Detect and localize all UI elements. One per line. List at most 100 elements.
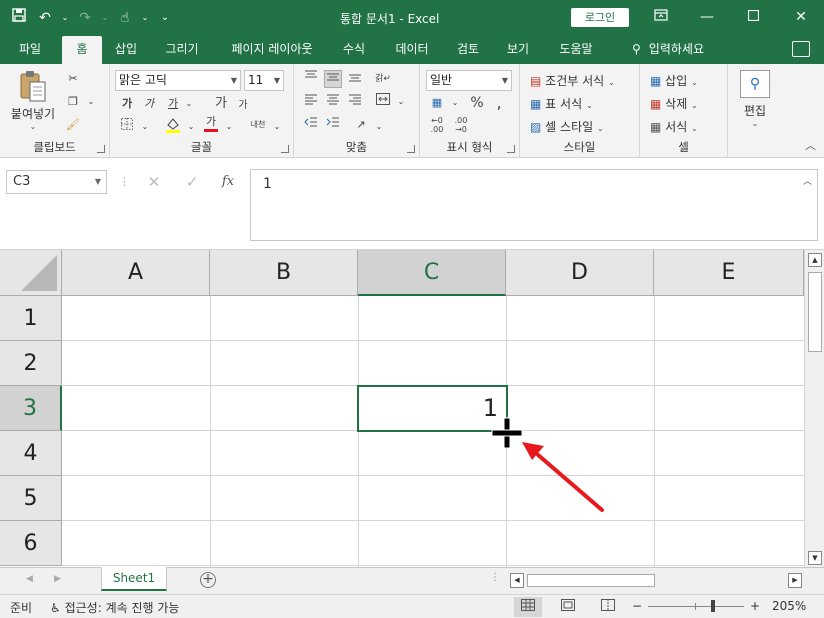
collapse-ribbon-icon[interactable]: ︿: [805, 137, 816, 153]
insert-cells-button[interactable]: ▦ 삽입 ⌄: [650, 72, 698, 89]
clipboard-launcher-icon[interactable]: [97, 145, 105, 153]
font-size-combo[interactable]: 11 ▼: [244, 70, 284, 91]
tab-help[interactable]: 도움말: [548, 36, 604, 64]
tab-review[interactable]: 검토: [448, 36, 488, 64]
insert-function-icon[interactable]: fx: [216, 171, 240, 193]
decrease-decimal-icon[interactable]: .00 →0: [452, 116, 470, 134]
number-launcher-icon[interactable]: [507, 145, 515, 153]
add-sheet-button[interactable]: +: [200, 572, 216, 588]
touch-mode-icon[interactable]: ☝: [114, 7, 136, 29]
align-top-icon[interactable]: [302, 70, 320, 88]
alignment-launcher-icon[interactable]: [407, 145, 415, 153]
zoom-slider[interactable]: [648, 606, 744, 607]
zoom-slider-thumb[interactable]: [711, 600, 715, 612]
row-header-3[interactable]: 3: [0, 386, 62, 431]
copy-dropdown-icon[interactable]: ⌄: [82, 93, 100, 111]
active-cell-c3[interactable]: 1: [357, 385, 508, 432]
formula-bar-grip[interactable]: ⋮: [119, 174, 130, 190]
decrease-indent-icon[interactable]: [302, 116, 320, 134]
accounting-format-icon[interactable]: ▦: [428, 94, 446, 112]
row-header-4[interactable]: 4: [0, 431, 62, 476]
phonetic-dropdown-icon[interactable]: ⌄: [268, 118, 286, 136]
shrink-font-button[interactable]: 가: [234, 97, 252, 115]
expand-formula-bar-icon[interactable]: ︿: [803, 174, 812, 187]
vertical-scroll-thumb[interactable]: [808, 272, 822, 352]
scroll-right-icon[interactable]: ▶: [788, 573, 802, 588]
column-header-d[interactable]: D: [506, 250, 654, 296]
select-all-corner[interactable]: [0, 250, 62, 296]
accessibility-status[interactable]: ♿ 접근성: 계속 진행 가능: [50, 599, 179, 616]
zoom-level[interactable]: 205%: [772, 599, 806, 613]
normal-view-icon[interactable]: [514, 597, 542, 617]
align-center-icon[interactable]: [324, 93, 342, 111]
undo-dropdown-icon[interactable]: ⌄: [60, 7, 70, 29]
font-color-icon[interactable]: 가: [202, 115, 220, 133]
row-header-6[interactable]: 6: [0, 521, 62, 566]
paste-button[interactable]: 붙여넣기 ⌄: [8, 70, 58, 131]
increase-decimal-icon[interactable]: ←0.00: [428, 116, 446, 134]
number-format-combo[interactable]: 일반 ▼: [426, 70, 512, 91]
page-layout-view-icon[interactable]: [554, 597, 582, 617]
bold-button[interactable]: 가: [118, 95, 136, 113]
row-header-1[interactable]: 1: [0, 296, 62, 341]
page-break-view-icon[interactable]: [594, 597, 622, 617]
ribbon-display-options-icon[interactable]: [646, 4, 676, 30]
phonetic-guide-button[interactable]: 내천: [246, 116, 270, 134]
row-header-2[interactable]: 2: [0, 341, 62, 386]
tab-page-layout[interactable]: 페이지 레이아웃: [220, 36, 324, 64]
merge-dropdown-icon[interactable]: ⌄: [392, 93, 410, 111]
zoom-out-button[interactable]: −: [632, 599, 642, 613]
cut-icon[interactable]: ✂: [64, 70, 82, 88]
tab-home[interactable]: 홈: [62, 36, 102, 64]
undo-icon[interactable]: ↶: [34, 7, 56, 29]
scroll-left-icon[interactable]: ◀: [510, 573, 524, 588]
column-header-c[interactable]: C: [358, 250, 506, 296]
percent-button[interactable]: %: [468, 94, 486, 112]
tab-data[interactable]: 데이터: [386, 36, 438, 64]
align-middle-icon[interactable]: [324, 70, 342, 88]
font-color-dropdown-icon[interactable]: ⌄: [220, 118, 238, 136]
maximize-icon[interactable]: [738, 4, 768, 30]
underline-dropdown-icon[interactable]: ⌄: [180, 95, 198, 113]
format-cells-button[interactable]: ▦ 서식 ⌄: [650, 118, 698, 135]
scroll-down-icon[interactable]: ▼: [808, 551, 822, 565]
enter-icon[interactable]: ✓: [180, 171, 204, 193]
redo-icon[interactable]: ↷: [74, 7, 96, 29]
editing-button[interactable]: ⚲ 편집 ⌄: [738, 70, 772, 128]
orientation-dropdown-icon[interactable]: ⌄: [370, 118, 388, 136]
tab-view[interactable]: 보기: [498, 36, 538, 64]
font-name-combo[interactable]: 맑은 고딕 ▼: [115, 70, 241, 91]
next-sheet-icon[interactable]: ▶: [54, 574, 61, 584]
wrap-text-icon[interactable]: 갉↵: [374, 70, 392, 88]
fill-color-dropdown-icon[interactable]: ⌄: [182, 118, 200, 136]
copy-icon[interactable]: ❐: [64, 93, 82, 111]
minimize-icon[interactable]: —: [692, 4, 722, 30]
row-header-5[interactable]: 5: [0, 476, 62, 521]
accounting-dropdown-icon[interactable]: ⌄: [446, 94, 464, 112]
login-button[interactable]: 로그인: [571, 8, 629, 27]
orientation-icon[interactable]: ↗: [352, 116, 370, 134]
tab-insert[interactable]: 삽입: [106, 36, 146, 64]
cancel-icon[interactable]: ✕: [142, 171, 166, 193]
touch-dropdown-icon[interactable]: ⌄: [140, 7, 150, 29]
align-left-icon[interactable]: [302, 93, 320, 111]
cell-styles-button[interactable]: ▨ 셀 스타일 ⌄: [530, 118, 604, 135]
font-launcher-icon[interactable]: [281, 145, 289, 153]
column-header-b[interactable]: B: [210, 250, 358, 296]
horizontal-scroll-thumb[interactable]: [527, 574, 655, 587]
save-icon[interactable]: [8, 7, 30, 29]
fill-color-icon[interactable]: [164, 116, 182, 134]
close-icon[interactable]: ✕: [786, 4, 816, 30]
tell-me-search[interactable]: ⚲ 입력하세요: [618, 36, 718, 64]
zoom-in-button[interactable]: +: [750, 599, 760, 613]
column-header-a[interactable]: A: [62, 250, 210, 296]
grow-font-button[interactable]: 가: [212, 95, 230, 113]
tab-formulas[interactable]: 수식: [334, 36, 374, 64]
prev-sheet-icon[interactable]: ◀: [26, 574, 33, 584]
comments-icon[interactable]: [792, 41, 810, 57]
name-box[interactable]: C3 ▼: [6, 170, 107, 194]
increase-indent-icon[interactable]: [324, 116, 342, 134]
borders-dropdown-icon[interactable]: ⌄: [136, 118, 154, 136]
borders-icon[interactable]: [118, 118, 136, 136]
comma-style-icon[interactable]: ,: [490, 94, 508, 112]
